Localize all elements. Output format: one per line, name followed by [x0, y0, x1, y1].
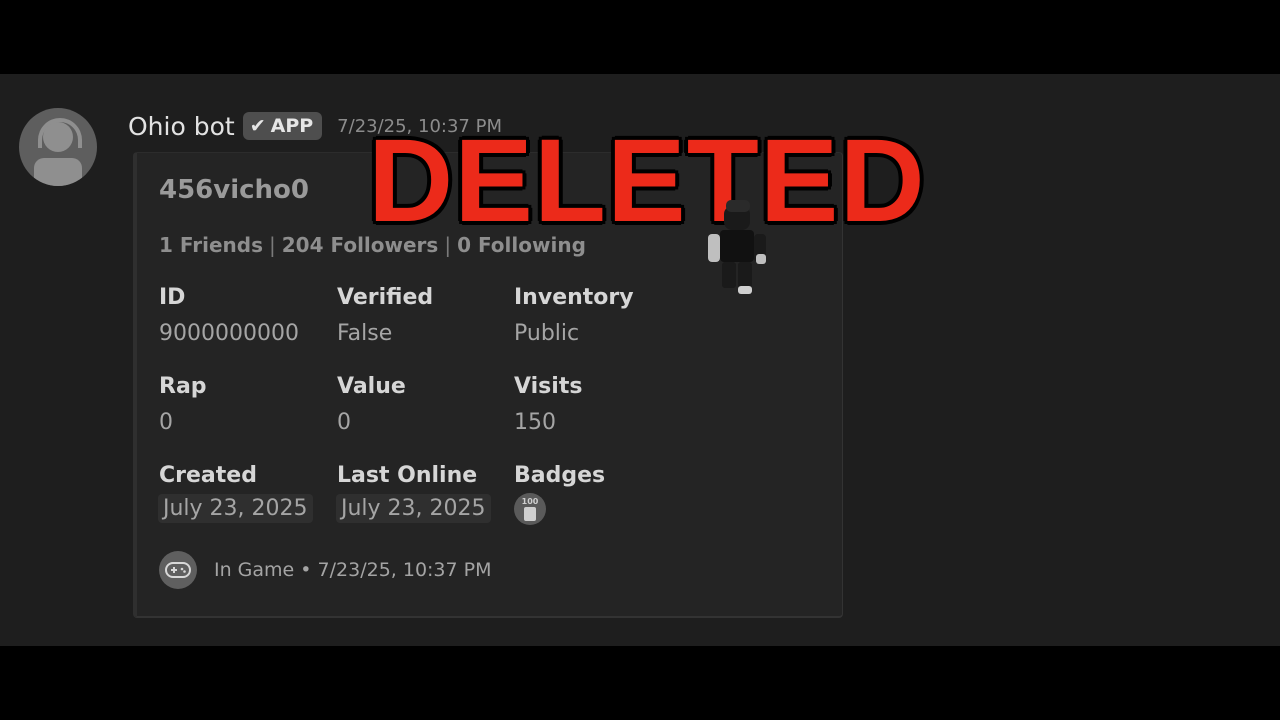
app-badge: ✔ APP — [242, 112, 323, 140]
friends-count: 1 Friends — [159, 233, 264, 257]
field-created: Created July 23, 2025 — [158, 463, 313, 523]
field-name: Inventory — [514, 285, 634, 310]
app-badge-label: APP — [270, 115, 314, 137]
deleted-stamp: DELETED — [368, 115, 926, 247]
field-visits: Visits 150 — [514, 374, 582, 435]
bot-avatar[interactable] — [19, 108, 97, 186]
field-name: ID — [159, 285, 186, 310]
footer-text: In Game • 7/23/25, 10:37 PM — [214, 559, 492, 581]
field-name: Badges — [514, 463, 606, 488]
field-name: Value — [337, 374, 406, 399]
field-last-online: Last Online July 23, 2025 — [336, 463, 491, 523]
username[interactable]: Ohio bot — [128, 112, 235, 141]
stats-separator: | — [269, 233, 276, 257]
last-online-date[interactable]: July 23, 2025 — [336, 494, 491, 523]
100-visits-badge-icon[interactable]: 100 — [514, 493, 546, 525]
field-value: Public — [514, 321, 580, 346]
field-value: False — [337, 321, 393, 346]
field-name: Visits — [514, 374, 583, 399]
field-name: Verified — [337, 285, 434, 310]
field-badges: Badges 100 — [514, 463, 605, 525]
field-verified: Verified False — [337, 285, 433, 346]
field-value: 150 — [514, 410, 556, 435]
field-name: Last Online — [337, 463, 478, 488]
gamepad-icon — [159, 551, 197, 589]
roblox-character-icon — [708, 200, 766, 294]
field-value: 0 — [337, 410, 351, 435]
check-icon: ✔ — [249, 115, 266, 137]
field-value-stat: Value 0 — [337, 374, 406, 435]
field-id: ID 9000000000 — [159, 285, 299, 346]
field-value: 0 — [159, 410, 173, 435]
embed-title[interactable]: 456vicho0 — [159, 175, 309, 205]
created-date[interactable]: July 23, 2025 — [158, 494, 313, 523]
field-value: 9000000000 — [159, 321, 299, 346]
field-rap: Rap 0 — [159, 374, 207, 435]
field-inventory: Inventory Public — [514, 285, 634, 346]
field-name: Created — [159, 463, 257, 488]
field-name: Rap — [159, 374, 207, 399]
embed-footer: In Game • 7/23/25, 10:37 PM — [159, 550, 492, 590]
